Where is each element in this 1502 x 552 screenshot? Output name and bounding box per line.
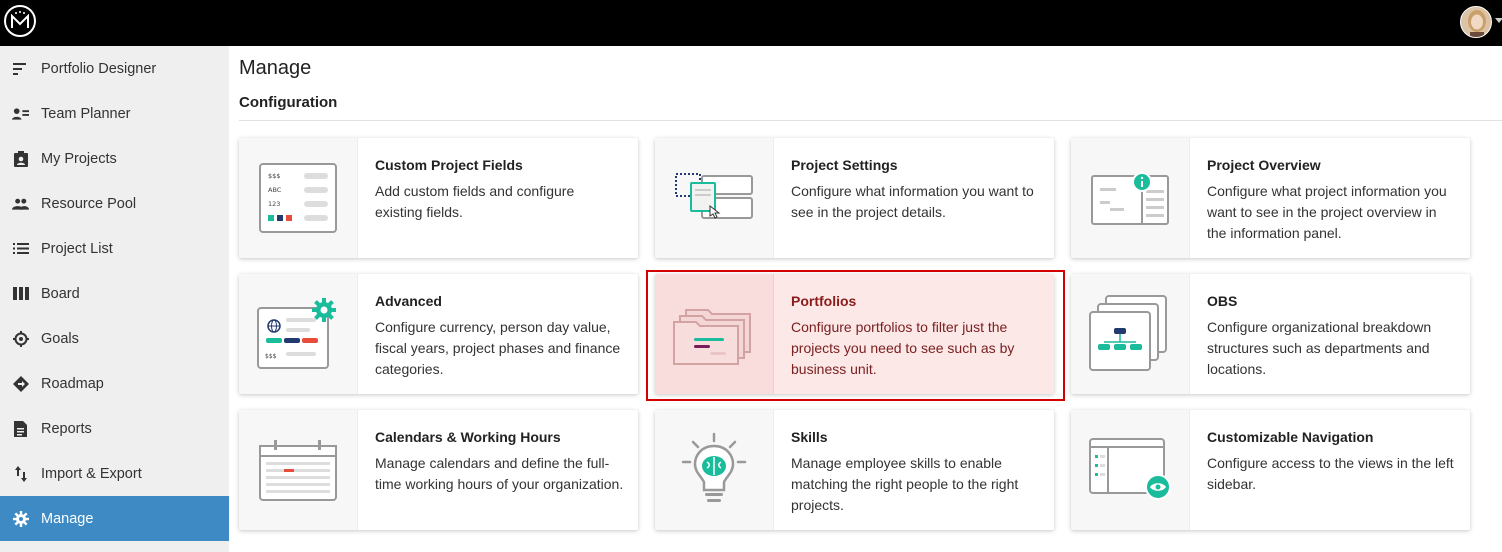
custom-fields-illustration: $$$ ABC 123 xyxy=(239,138,358,258)
card-title: Calendars & Working Hours xyxy=(375,429,561,445)
project-list-icon xyxy=(12,240,29,257)
my-projects-icon xyxy=(12,150,29,167)
card-description: Manage calendars and define the full-tim… xyxy=(375,455,624,492)
main-content: Manage Configuration $$$ ABC 123 Custom … xyxy=(229,46,1502,552)
sidebar-item-roadmap[interactable]: Roadmap xyxy=(0,361,229,406)
card-title: Custom Project Fields xyxy=(375,157,523,173)
card-title: Skills xyxy=(791,429,828,445)
team-planner-icon xyxy=(12,105,29,122)
card-calendars-working-hours[interactable]: Calendars & Working Hours Manage calenda… xyxy=(239,410,638,530)
sidebar-item-label: Roadmap xyxy=(41,375,104,392)
sidebar-item-label: Portfolio Designer xyxy=(41,60,157,77)
sidebar-item-my-projects[interactable]: My Projects xyxy=(0,136,229,181)
sidebar-item-label: Manage xyxy=(41,510,94,527)
board-icon xyxy=(12,285,29,302)
sidebar-item-goals[interactable]: Goals xyxy=(0,316,229,361)
obs-illustration xyxy=(1071,274,1190,394)
sidebar-item-label: Import & Export xyxy=(41,465,142,482)
card-project-overview[interactable]: Project Overview Configure what project … xyxy=(1071,138,1470,258)
card-description: Configure what project information you w… xyxy=(1207,183,1447,241)
sidebar-item-label: Reports xyxy=(41,420,92,437)
card-portfolios[interactable]: Portfolios Configure portfolios to filte… xyxy=(655,274,1054,394)
card-customizable-navigation[interactable]: Customizable Navigation Configure access… xyxy=(1071,410,1470,530)
resource-pool-icon xyxy=(12,195,29,212)
sidebar-item-team-planner[interactable]: Team Planner xyxy=(0,91,229,136)
card-description: Configure currency, person day value, fi… xyxy=(375,319,621,377)
card-title: Project Settings xyxy=(791,157,898,173)
roadmap-icon xyxy=(12,375,29,392)
sidebar-item-label: Resource Pool xyxy=(41,195,137,212)
project-overview-illustration xyxy=(1071,138,1190,258)
card-advanced[interactable]: $$$ Advanced Configure currency, person … xyxy=(239,274,638,394)
card-project-settings[interactable]: Project Settings Configure what informat… xyxy=(655,138,1054,258)
portfolio-designer-icon xyxy=(12,60,29,77)
avatar-image xyxy=(1461,7,1491,37)
sidebar-item-label: Board xyxy=(41,285,80,302)
svg-text:123: 123 xyxy=(268,200,280,208)
card-description: Configure organizational breakdown struc… xyxy=(1207,319,1432,377)
user-avatar[interactable] xyxy=(1460,6,1492,38)
svg-text:$$$: $$$ xyxy=(265,353,277,360)
sidebar-item-label: Team Planner xyxy=(41,105,131,122)
svg-text:$$$: $$$ xyxy=(268,172,280,180)
section-divider xyxy=(239,120,1502,121)
sidebar-item-reports[interactable]: Reports xyxy=(0,406,229,451)
chevron-down-icon[interactable] xyxy=(1495,18,1502,23)
calendar-illustration xyxy=(239,410,358,530)
card-description: Configure access to the views in the lef… xyxy=(1207,455,1454,492)
advanced-illustration: $$$ xyxy=(239,274,358,394)
section-title: Configuration xyxy=(239,94,338,111)
gear-icon xyxy=(12,510,29,527)
sidebar-item-label: My Projects xyxy=(41,150,117,167)
card-title: Project Overview xyxy=(1207,157,1321,173)
card-title: OBS xyxy=(1207,293,1238,309)
sidebar-item-resource-pool[interactable]: Resource Pool xyxy=(0,181,229,226)
card-description: Configure portfolios to filter just the … xyxy=(791,319,1015,377)
portfolios-illustration xyxy=(655,274,774,394)
page-title: Manage xyxy=(239,57,312,79)
import-export-icon xyxy=(12,465,29,482)
project-settings-illustration xyxy=(655,138,774,258)
sidebar-item-label: Goals xyxy=(41,330,79,347)
card-title: Advanced xyxy=(375,293,442,309)
goals-icon xyxy=(12,330,29,347)
navigation-illustration xyxy=(1071,410,1190,530)
card-description: Manage employee skills to enable matchin… xyxy=(791,455,1019,513)
skills-illustration xyxy=(655,410,774,530)
reports-icon xyxy=(12,420,29,437)
card-skills[interactable]: Skills Manage employee skills to enable … xyxy=(655,410,1054,530)
sidebar-item-manage[interactable]: Manage xyxy=(0,496,229,541)
sidebar: Portfolio Designer Team Planner My Proje… xyxy=(0,46,229,552)
card-obs[interactable]: OBS Configure organizational breakdown s… xyxy=(1071,274,1470,394)
sidebar-item-portfolio-designer[interactable]: Portfolio Designer xyxy=(0,46,229,91)
sidebar-item-import-export[interactable]: Import & Export xyxy=(0,451,229,496)
sidebar-item-project-list[interactable]: Project List xyxy=(0,226,229,271)
card-description: Add custom fields and configure existing… xyxy=(375,183,575,220)
sidebar-item-board[interactable]: Board xyxy=(0,271,229,316)
top-bar xyxy=(0,0,1502,46)
app-logo[interactable] xyxy=(4,5,36,37)
card-title: Portfolios xyxy=(791,293,857,309)
svg-text:ABC: ABC xyxy=(268,186,282,194)
card-title: Customizable Navigation xyxy=(1207,429,1374,445)
card-custom-project-fields[interactable]: $$$ ABC 123 Custom Project Fields Add cu… xyxy=(239,138,638,258)
logo-icon xyxy=(11,11,29,28)
sidebar-item-label: Project List xyxy=(41,240,113,257)
card-description: Configure what information you want to s… xyxy=(791,183,1034,220)
